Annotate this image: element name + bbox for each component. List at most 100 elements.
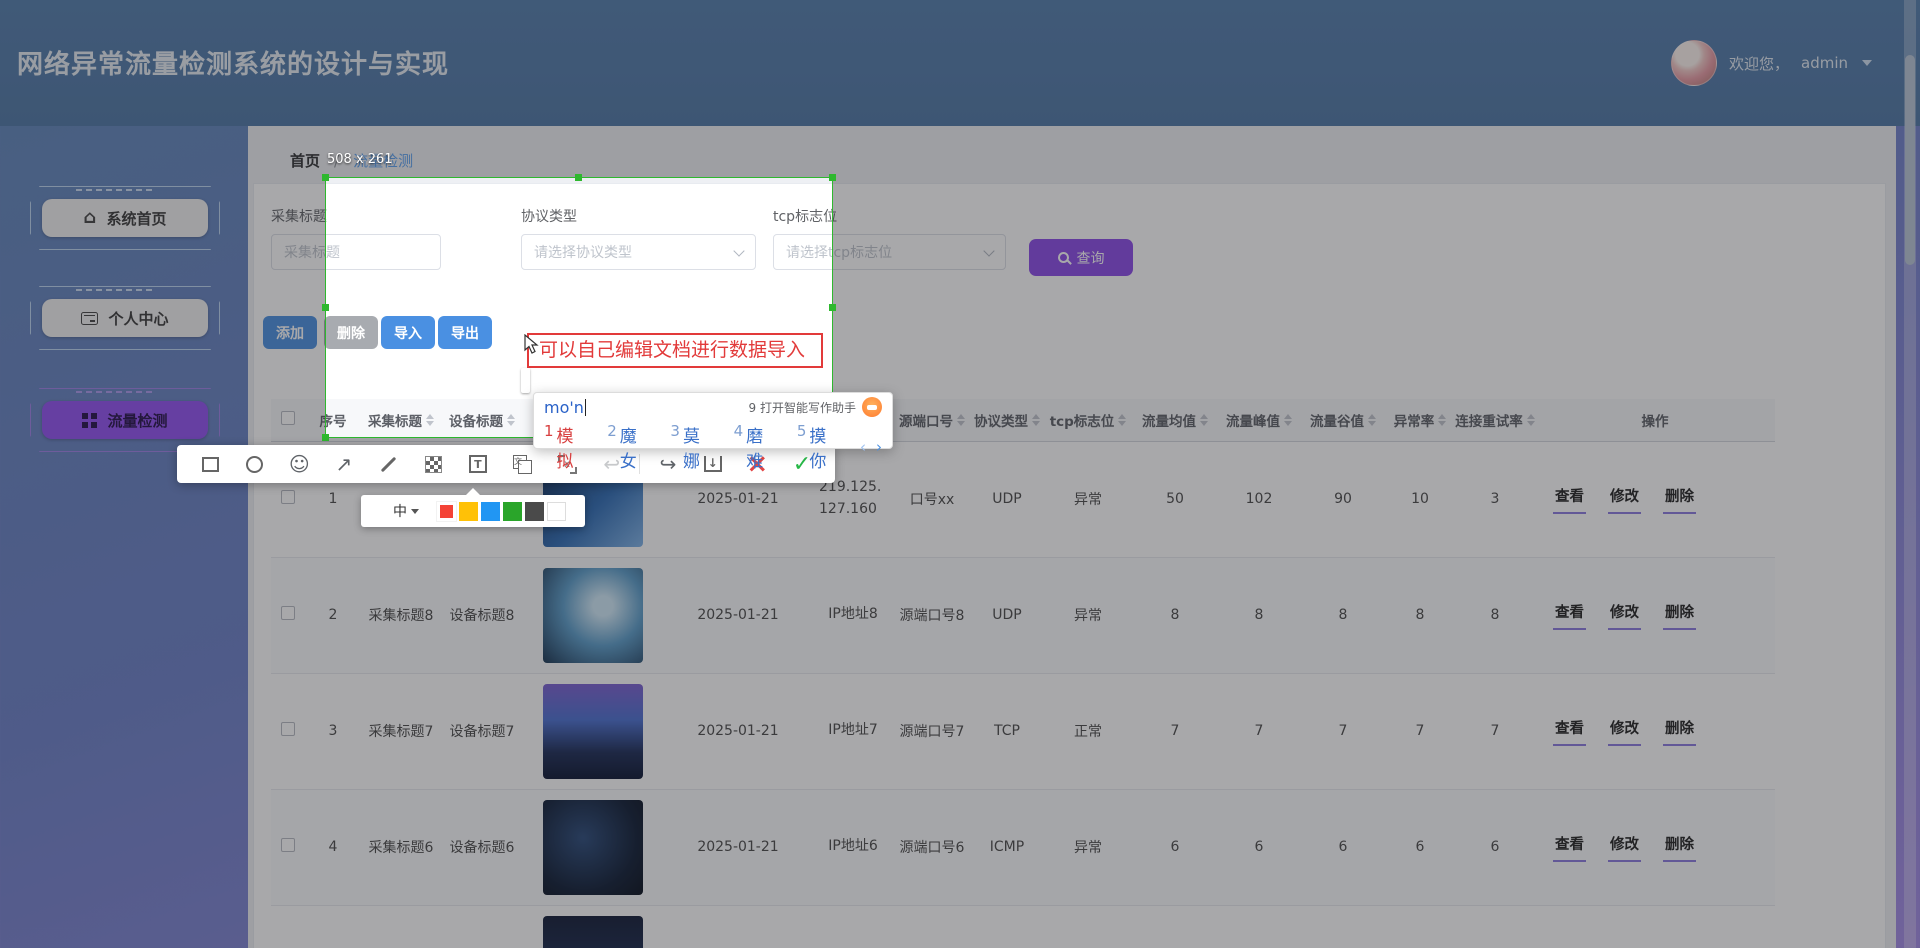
sidebar-button[interactable]: 流量检测: [42, 401, 208, 439]
breadcrumb-home[interactable]: 首页: [290, 150, 320, 171]
color-swatch[interactable]: [481, 502, 500, 521]
view-link[interactable]: 查看: [1553, 485, 1586, 514]
filter-label-tcp-flag: tcp标志位: [773, 206, 837, 226]
text-insertion-caret: [521, 368, 530, 393]
export-button[interactable]: 导出: [438, 316, 492, 349]
translate-icon[interactable]: 文: [505, 449, 539, 479]
column-header[interactable]: 流量峰值: [1217, 399, 1301, 441]
column-header[interactable]: 采集标题: [361, 399, 441, 441]
ime-composition: mo'n: [544, 398, 586, 417]
sidebar-item-1[interactable]: 个人中心: [30, 286, 220, 350]
cell-title: 采集标题8: [361, 557, 441, 673]
color-swatch[interactable]: [437, 502, 456, 521]
ime-candidate-word: 魔女: [620, 422, 654, 472]
view-link[interactable]: 查看: [1553, 717, 1586, 746]
page-scrollbar[interactable]: [1904, 0, 1916, 948]
sidebar-item-label: 个人中心: [108, 308, 168, 329]
sort-icon[interactable]: [1118, 414, 1126, 426]
column-header[interactable]: 协议类型: [971, 399, 1043, 441]
column-header[interactable]: 异常率: [1385, 399, 1455, 441]
collect-title-placeholder: 采集标题: [284, 242, 340, 262]
ime-prev-page-icon[interactable]: ‹: [860, 438, 866, 456]
sidebar-item-2[interactable]: 流量检测: [30, 388, 220, 452]
color-swatch[interactable]: [459, 502, 478, 521]
text-icon[interactable]: T: [461, 449, 495, 479]
content-card: 采集标题 协议类型 tcp标志位 采集标题 请选择协议类型 请选择tcp标志位 …: [253, 183, 1886, 948]
sidebar-item-0[interactable]: ⌂ 系统首页: [30, 186, 220, 250]
delete-link[interactable]: 删除: [1663, 601, 1696, 630]
color-swatch[interactable]: [503, 502, 522, 521]
sort-icon[interactable]: [1032, 414, 1040, 426]
sort-icon[interactable]: [507, 414, 515, 426]
sort-icon[interactable]: [1284, 414, 1292, 426]
font-size-dropdown[interactable]: 中: [393, 501, 419, 521]
view-link[interactable]: 查看: [1553, 833, 1586, 862]
column-header[interactable]: 连接重试率: [1455, 399, 1535, 441]
rectangle-icon[interactable]: [193, 449, 227, 479]
user-menu[interactable]: 欢迎您， admin: [1671, 40, 1872, 86]
ime-candidate[interactable]: 4 磨难: [734, 422, 780, 472]
arrow-icon[interactable]: ↗: [327, 449, 361, 479]
import-button[interactable]: 导入: [381, 316, 435, 349]
sort-icon[interactable]: [1200, 414, 1208, 426]
row-checkbox[interactable]: [281, 838, 295, 852]
cell-port: 源端口号8: [893, 557, 971, 673]
cell-anomaly: 10: [1385, 441, 1455, 557]
sort-icon[interactable]: [1527, 414, 1535, 426]
ime-candidate-index: 3: [670, 422, 680, 472]
row-checkbox[interactable]: [281, 606, 295, 620]
column-header[interactable]: 流量均值: [1133, 399, 1217, 441]
collect-title-input[interactable]: 采集标题: [271, 234, 441, 270]
edit-link[interactable]: 修改: [1608, 485, 1641, 514]
delete-link[interactable]: 删除: [1663, 833, 1696, 862]
protocol-select[interactable]: 请选择协议类型: [521, 234, 756, 270]
delete-link[interactable]: 删除: [1663, 485, 1696, 514]
ime-candidate[interactable]: 3 莫娜: [670, 422, 716, 472]
ime-candidate[interactable]: 2 魔女: [607, 422, 653, 472]
cell-port: [893, 905, 971, 948]
annotation-text-box[interactable]: 可以自己编辑文档进行数据导入: [527, 333, 823, 368]
ime-candidate-word: 摸你: [809, 422, 843, 472]
sort-icon[interactable]: [1438, 414, 1446, 426]
writing-assistant-icon[interactable]: [862, 397, 882, 417]
column-header: 操作: [1535, 399, 1775, 441]
row-checkbox[interactable]: [281, 490, 295, 504]
column-header[interactable]: 设备标题: [441, 399, 523, 441]
row-checkbox[interactable]: [281, 722, 295, 736]
sidebar-button[interactable]: 个人中心: [42, 299, 208, 337]
color-swatch[interactable]: [525, 502, 544, 521]
edit-link[interactable]: 修改: [1608, 717, 1641, 746]
emoji-icon[interactable]: ☺: [282, 449, 316, 479]
column-header[interactable]: 源端口号: [893, 399, 971, 441]
edit-link[interactable]: 修改: [1608, 833, 1641, 862]
edit-link[interactable]: 修改: [1608, 601, 1641, 630]
column-header[interactable]: 流量谷值: [1301, 399, 1385, 441]
ime-candidate[interactable]: 5 摸你: [797, 422, 843, 472]
view-link[interactable]: 查看: [1553, 601, 1586, 630]
delete-button[interactable]: 删除: [324, 316, 378, 349]
sort-icon[interactable]: [1368, 414, 1376, 426]
tcp-flag-select[interactable]: 请选择tcp标志位: [773, 234, 1006, 270]
pen-icon[interactable]: [372, 449, 406, 479]
search-button[interactable]: 查询: [1029, 239, 1133, 276]
ime-assistant-hint[interactable]: 9 打开智能写作助手: [749, 399, 856, 416]
cell-num: 3: [305, 673, 361, 789]
cell-peak: 6: [1217, 789, 1301, 905]
cell-peak: 8: [1217, 557, 1301, 673]
ime-next-page-icon[interactable]: ›: [876, 438, 882, 456]
ime-candidate[interactable]: 1 模拟: [544, 422, 590, 472]
ellipse-icon[interactable]: [238, 449, 272, 479]
mosaic-icon[interactable]: [416, 449, 450, 479]
add-button[interactable]: 添加: [263, 316, 317, 349]
app-header: 网络异常流量检测系统的设计与实现 欢迎您， admin: [0, 0, 1920, 126]
cell-retry: 6: [1455, 789, 1535, 905]
column-header[interactable]: tcp标志位: [1043, 399, 1133, 441]
sort-icon[interactable]: [957, 414, 965, 426]
font-size-label: 中: [393, 501, 407, 521]
sort-icon[interactable]: [426, 414, 434, 426]
delete-link[interactable]: 删除: [1663, 717, 1696, 746]
scrollbar-thumb[interactable]: [1905, 55, 1915, 265]
select-all-checkbox[interactable]: [281, 411, 295, 425]
color-swatch[interactable]: [547, 502, 566, 521]
sidebar-button[interactable]: ⌂ 系统首页: [42, 199, 208, 237]
